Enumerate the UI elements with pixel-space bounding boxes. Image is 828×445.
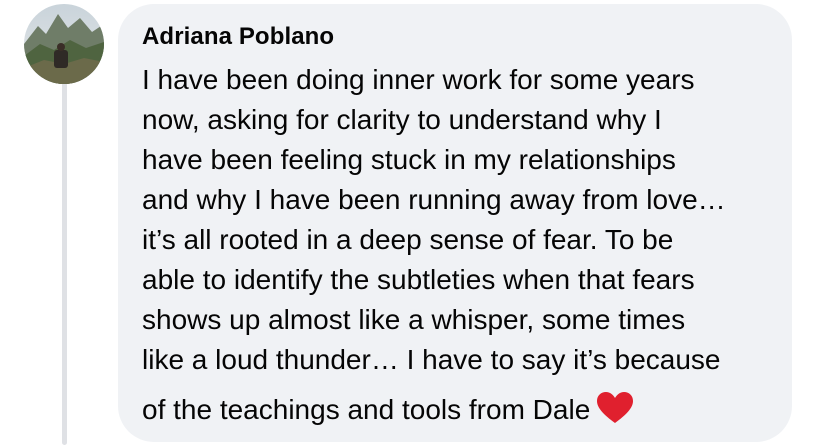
- comment-line: it’s all rooted in a deep sense of fear.…: [142, 224, 674, 255]
- comment-line: have been feeling stuck in my relationsh…: [142, 144, 676, 175]
- comment-line: now, asking for clarity to understand wh…: [142, 104, 662, 135]
- comment-line: and why I have been running away from lo…: [142, 184, 726, 215]
- comment-line: I have been doing inner work for some ye…: [142, 64, 695, 95]
- comment-line: like a loud thunder… I have to say it’s …: [142, 344, 721, 375]
- avatar-photo: [24, 4, 104, 84]
- comment-line: shows up almost like a whisper, some tim…: [142, 304, 686, 335]
- comment-line: able to identify the subtleties when tha…: [142, 264, 695, 295]
- heart-emoji-icon: [596, 391, 634, 436]
- comment-text: I have been doing inner work for some ye…: [142, 60, 782, 436]
- comment-author-name[interactable]: Adriana Poblano: [142, 23, 334, 51]
- avatar[interactable]: [24, 4, 104, 84]
- comment-line-last: of the teachings and tools from Dale: [142, 390, 782, 436]
- reply-thread-line: [62, 82, 67, 445]
- comment-line: of the teachings and tools from Dale: [142, 394, 591, 425]
